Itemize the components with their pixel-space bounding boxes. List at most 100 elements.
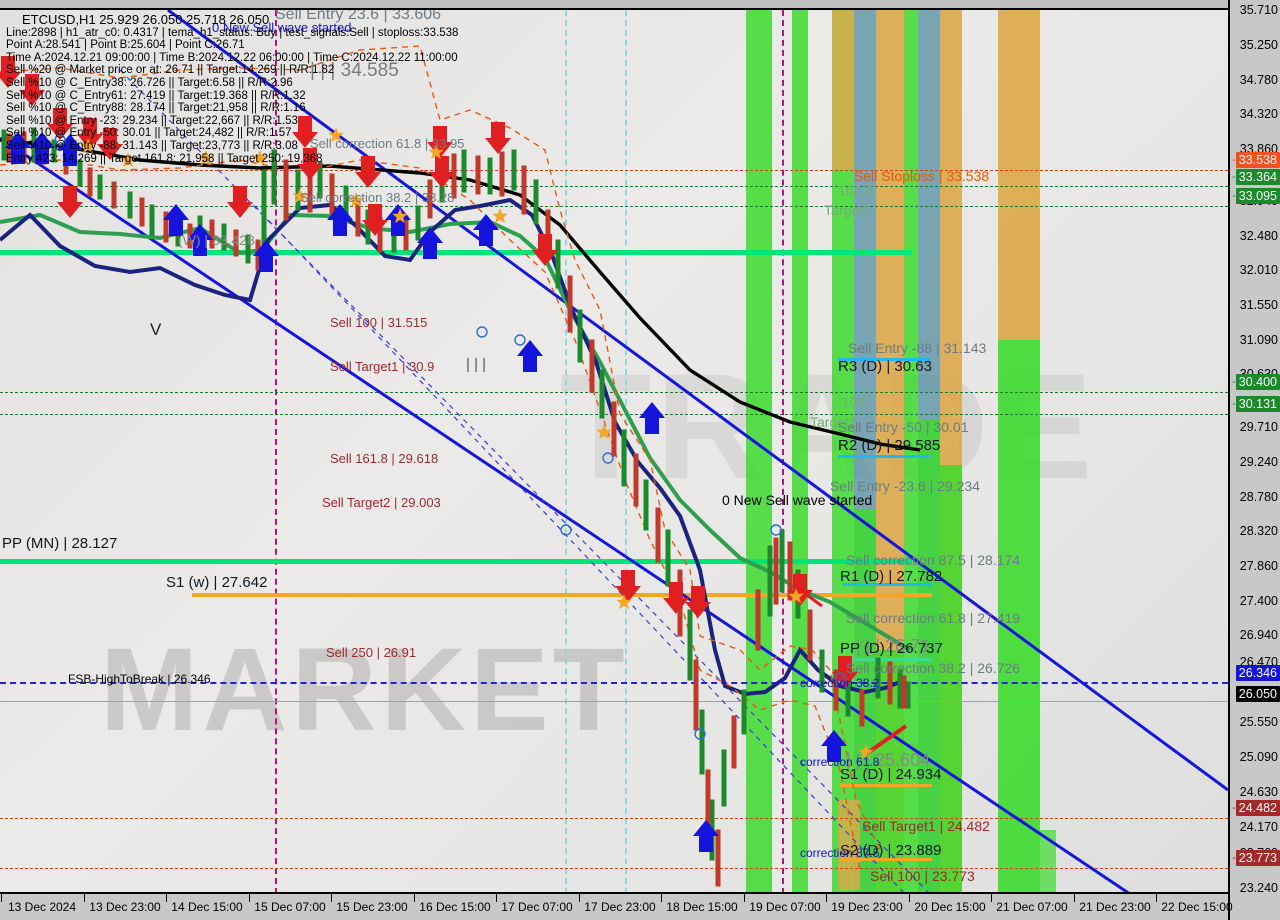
time-tick: 19 Dec 23:00 bbox=[831, 900, 903, 914]
price-tick: 29.240 bbox=[1239, 455, 1278, 469]
price-tick: 34.780 bbox=[1239, 73, 1278, 87]
time-axis-sep bbox=[331, 894, 332, 902]
price-tick: 35.250 bbox=[1239, 38, 1278, 52]
time-tick: 16 Dec 15:00 bbox=[419, 900, 491, 914]
header-line-1: ETCUSD,H1 25.929 26.050 25.718 26.050 bbox=[22, 12, 270, 27]
level-label-sell-stoploss: Sell Stoploss | 33.538 bbox=[854, 168, 990, 184]
level-label-sell-corr-875: Sell correction 87.5 | 28.174 bbox=[846, 552, 1021, 568]
price-tick: 27.400 bbox=[1239, 594, 1278, 608]
price-tick: 31.090 bbox=[1239, 333, 1278, 347]
level-label-sell-entry-50: Sell Entry -50 | 30.01 bbox=[838, 419, 969, 435]
time-axis-sep bbox=[661, 894, 662, 902]
price-tick: 29.710 bbox=[1239, 420, 1278, 434]
header-line-6: Sell %10 @ C_Entry38: 26.726 || Target:6… bbox=[6, 76, 293, 89]
ma-navy-fast bbox=[0, 197, 901, 697]
price-pill-24482[interactable]: 24.482 bbox=[1235, 800, 1280, 816]
price-pill-30131[interactable]: 30.131 bbox=[1235, 396, 1280, 412]
trendline-blue-thin2 bbox=[254, 205, 906, 894]
ma-black bbox=[0, 138, 921, 452]
level-label-sell-entry-236: Sell Entry -23.6 | 29.234 bbox=[830, 478, 980, 494]
price-pill-23773[interactable]: 23.773 bbox=[1235, 850, 1280, 866]
time-axis-sep bbox=[84, 894, 85, 902]
time-axis-sep bbox=[909, 894, 910, 902]
chart-plot-area[interactable]: MARKET TRADE ETCUSD,H1 25.929 26.050 25.… bbox=[0, 8, 1228, 894]
time-tick: 13 Dec 2024 bbox=[7, 900, 77, 914]
level-label-sell-100: Sell 100 | 31.515 bbox=[330, 315, 428, 330]
header-line-11: Sell %10 @ Entry -88: 31.143 || Target:2… bbox=[6, 139, 298, 152]
level-label-sell-entry-88: Sell Entry -88 | 31.143 bbox=[848, 340, 987, 356]
price-tick: 23.240 bbox=[1239, 881, 1278, 895]
time-tick: 20 Dec 15:00 bbox=[914, 900, 986, 914]
time-tick: 15 Dec 23:00 bbox=[336, 900, 408, 914]
time-axis[interactable]: 13 Dec 2024 13 Dec 23:00 14 Dec 15:00 15… bbox=[0, 892, 1233, 920]
level-label-s2-d: S2 (D) | 23.889 bbox=[840, 842, 942, 859]
trendline-blue-main bbox=[0, 136, 1131, 894]
header-line-9: Sell %10 @ Entry -23: 29.234 || Target:2… bbox=[6, 114, 298, 127]
header-line-4: Time A:2024.12.21 09:00:00 | Time B:2024… bbox=[6, 51, 458, 64]
level-label-sell-250: Sell 250 | 26.91 bbox=[326, 645, 417, 660]
chart-info-header: ETCUSD,H1 25.929 26.050 25.718 26.050 Li… bbox=[6, 12, 458, 165]
level-label-sell-corr-382: Sell correction 38.2 | 26.726 bbox=[846, 660, 1021, 676]
time-axis-sep bbox=[744, 894, 745, 902]
level-label-sell-100-right: Sell 100 | 23.773 bbox=[870, 868, 975, 884]
time-tick: 17 Dec 23:00 bbox=[584, 900, 656, 914]
time-axis-sep bbox=[1074, 894, 1075, 902]
time-axis-sep bbox=[249, 894, 250, 902]
level-label-target2: Target2 bbox=[824, 202, 871, 218]
time-tick: 18 Dec 15:00 bbox=[666, 900, 738, 914]
header-line-8: Sell %10 @ C_Entry88: 28.174 || Target:2… bbox=[6, 102, 306, 115]
time-tick: 22 Dec 15:00 bbox=[1161, 900, 1233, 914]
annotation-sell-corr-382-top: Sell correction 38.2 | 33.28 bbox=[300, 190, 455, 205]
level-label-correction-382: correction 38.2 bbox=[800, 676, 880, 690]
price-tick: 28.320 bbox=[1239, 524, 1278, 538]
time-tick: 17 Dec 07:00 bbox=[501, 900, 573, 914]
header-line-3: Point A:28.541 | Point B:25.604 | Point … bbox=[6, 39, 245, 52]
level-label-fib-100: 100 bbox=[842, 394, 866, 410]
time-axis-sep bbox=[1, 894, 2, 902]
level-label-sell-target1-right: Sell Target1 | 24.482 bbox=[862, 818, 990, 834]
time-axis-sep bbox=[579, 894, 580, 902]
level-label-r1-d: R1 (D) | 27.782 bbox=[840, 568, 943, 585]
header-line-10: Sell %10 @ Entry -50: 30.01 || Target:24… bbox=[6, 127, 292, 140]
trading-chart-window: MARKET TRADE ETCUSD,H1 25.929 26.050 25.… bbox=[0, 0, 1280, 920]
level-label-sell-corr-618: Sell correction 61.8 | 27.419 bbox=[846, 610, 1021, 626]
level-label-fib-1618: 161.8 bbox=[838, 182, 874, 198]
annotation-tick-marks-mid: | | | bbox=[466, 356, 487, 373]
header-line-5: Sell %20 @ Market price or at: 26.71 || … bbox=[6, 64, 335, 77]
envelope-orange-lower bbox=[0, 159, 861, 871]
level-label-sell-target2: Sell Target2 | 29.003 bbox=[322, 495, 441, 510]
time-axis-sep bbox=[414, 894, 415, 902]
time-tick: 13 Dec 23:00 bbox=[89, 900, 161, 914]
price-tick: 24.630 bbox=[1239, 785, 1278, 799]
level-label-fsb-hightobreak: FSB-HighToBreak | 26.346 bbox=[68, 672, 211, 686]
annotation-new-sell-wave-mid: 0 New Sell wave started bbox=[722, 492, 873, 508]
price-pill-fsb-26346[interactable]: 26.346 bbox=[1235, 665, 1280, 681]
annotation-price-tag-33428: (W) | 33.428 bbox=[178, 232, 255, 248]
header-line-7: Sell %10 @ C_Entry61: 27.419 || Target:1… bbox=[6, 89, 306, 102]
price-tick: 27.860 bbox=[1239, 559, 1278, 573]
price-tick: 24.170 bbox=[1239, 820, 1278, 834]
time-tick: 19 Dec 07:00 bbox=[749, 900, 821, 914]
buy-arrow-icon bbox=[5, 132, 847, 852]
time-axis-sep bbox=[991, 894, 992, 902]
price-pill-33364[interactable]: 33.364 bbox=[1235, 169, 1280, 185]
level-label-sell-1618: Sell 161.8 | 29.618 bbox=[330, 451, 439, 466]
time-axis-sep bbox=[1156, 894, 1157, 902]
annotation-v-mark: V bbox=[150, 320, 162, 339]
time-tick: 21 Dec 23:00 bbox=[1079, 900, 1151, 914]
price-pill-30400[interactable]: 30.400 bbox=[1235, 374, 1280, 390]
price-tick: 25.550 bbox=[1239, 715, 1278, 729]
price-pill-last-26050[interactable]: 26.050 bbox=[1235, 686, 1280, 702]
time-tick: 21 Dec 07:00 bbox=[996, 900, 1068, 914]
time-axis-sep bbox=[496, 894, 497, 902]
price-tick: 25.090 bbox=[1239, 750, 1278, 764]
level-label-sell-target1: Sell Target1 | 30.9 bbox=[330, 359, 435, 374]
time-tick: 15 Dec 07:00 bbox=[254, 900, 326, 914]
header-line-12: Entry 423: 14.269 || Target 161.8: 21,95… bbox=[6, 152, 323, 165]
price-tick: 31.550 bbox=[1239, 298, 1278, 312]
level-label-r2-d: R2 (D) | 29.585 bbox=[838, 437, 941, 454]
price-tick: 32.010 bbox=[1239, 263, 1278, 277]
price-pill-33095[interactable]: 33.095 bbox=[1235, 188, 1280, 204]
price-axis[interactable]: 35.710 35.250 34.780 34.320 33.860 32.94… bbox=[1228, 0, 1280, 920]
price-pill-stoploss[interactable]: 33.538 bbox=[1235, 152, 1280, 168]
